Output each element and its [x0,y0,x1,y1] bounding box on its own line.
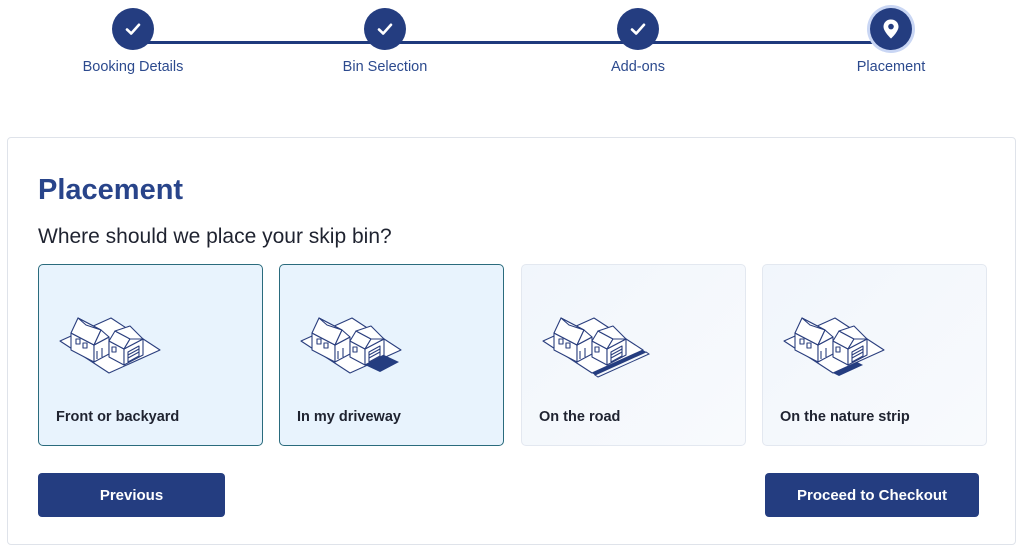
option-on-the-road[interactable]: On the road [521,264,746,446]
page-title: Placement [38,174,184,206]
step-circle [617,8,659,50]
step-add-ons[interactable]: Add-ons [538,8,738,75]
step-label: Booking Details [82,59,184,75]
step-bin-selection[interactable]: Bin Selection [285,8,485,75]
step-booking-details[interactable]: Booking Details [33,8,233,75]
stepper-connector-line [133,41,891,44]
step-label: Placement [856,59,926,75]
option-label: Front or backyard [56,409,180,425]
house-road-icon [542,317,650,378]
step-placement[interactable]: Placement [791,8,991,75]
step-label: Add-ons [610,59,665,75]
check-icon [125,23,141,35]
option-label: In my driveway [297,409,401,425]
house-yard-icon [59,317,161,374]
check-icon [377,23,393,35]
step-circle-current [870,8,912,50]
option-label: On the nature strip [780,409,910,425]
house-driveway-icon [300,317,402,374]
step-circle [112,8,154,50]
progress-stepper: Booking Details Bin Selection Add-ons Pl… [0,0,1024,100]
check-icon [630,23,646,35]
placement-question: Where should we place your skip bin? [38,225,392,248]
proceed-to-checkout-button[interactable]: Proceed to Checkout [765,473,979,517]
location-pin-icon [883,19,899,39]
step-circle [364,8,406,50]
previous-button[interactable]: Previous [38,473,225,517]
house-nature-strip-icon [783,317,885,376]
option-front-or-backyard[interactable]: Front or backyard [38,264,263,446]
option-in-my-driveway[interactable]: In my driveway [279,264,504,446]
step-label: Bin Selection [342,59,428,75]
option-label: On the road [539,409,621,425]
option-on-the-nature-strip[interactable]: On the nature strip [762,264,987,446]
placement-card: Placement Where should we place your ski… [7,137,1016,545]
